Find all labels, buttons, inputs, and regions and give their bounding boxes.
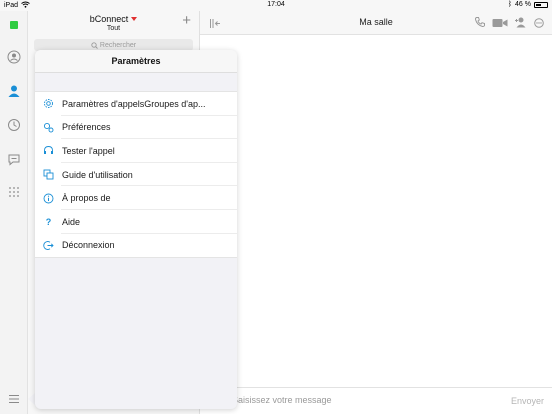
left-rail <box>0 11 28 414</box>
clock: 17:04 <box>267 1 285 8</box>
headset-icon <box>43 145 54 156</box>
menu-item-label: Déconnexion <box>62 240 115 251</box>
dialpad-icon[interactable] <box>4 182 24 202</box>
menu-item-call-settings[interactable]: Paramètres d'appelsGroupes d'ap... <box>35 92 237 116</box>
gear-icon <box>43 98 54 109</box>
message-composer: Envoyer <box>200 387 552 414</box>
status-bar: iPad 17:04 ᛒ 46 % <box>0 0 552 11</box>
battery-icon <box>534 1 548 8</box>
preferences-gear-icon <box>43 122 54 133</box>
menu-item-label: Préférences <box>62 122 111 133</box>
hamburger-menu-icon[interactable] <box>8 391 20 409</box>
plus-icon[interactable]: + <box>182 13 191 28</box>
phone-icon[interactable] <box>474 15 486 33</box>
menu-item-label: À propos de <box>62 193 111 204</box>
question-icon: ? <box>45 216 52 227</box>
more-icon[interactable] <box>534 15 544 33</box>
battery-percent: 46 % <box>515 1 531 8</box>
message-input[interactable] <box>232 395 462 405</box>
info-icon <box>43 193 54 204</box>
menu-item-test-call[interactable]: Tester l'appel <box>35 139 237 163</box>
history-icon[interactable] <box>4 115 24 135</box>
profile-card-icon[interactable] <box>4 47 24 67</box>
settings-menu: Paramètres d'appelsGroupes d'ap... Préfé… <box>35 91 237 259</box>
add-person-icon[interactable] <box>514 15 528 33</box>
popover-arrow <box>28 393 35 405</box>
logout-icon <box>43 240 54 251</box>
send-button[interactable]: Envoyer <box>511 396 544 406</box>
list-filter: Tout <box>106 25 121 32</box>
menu-item-preferences[interactable]: Préférences <box>35 116 237 140</box>
menu-item-user-guide[interactable]: Guide d'utilisation <box>35 163 237 187</box>
chat-header: Ma salle <box>200 11 552 35</box>
menu-item-about[interactable]: À propos de <box>35 186 237 210</box>
search-icon <box>91 41 98 49</box>
popover-title: Paramètres <box>35 50 237 73</box>
chat-icon[interactable] <box>4 149 24 169</box>
menu-item-label: Paramètres d'appelsGroupes d'ap... <box>62 98 206 109</box>
settings-popover: Paramètres Paramètres d'appelsGroupes d'… <box>35 50 237 409</box>
list-title-label: bConnect <box>89 14 129 24</box>
copy-guide-icon <box>43 169 54 180</box>
presence-icon[interactable] <box>4 15 24 35</box>
video-icon[interactable] <box>492 15 508 33</box>
menu-item-label: Guide d'utilisation <box>62 169 133 180</box>
menu-item-help[interactable]: ? Aide <box>35 210 237 234</box>
contacts-icon[interactable] <box>4 81 24 101</box>
dropdown-caret-icon <box>131 17 138 21</box>
menu-item-label: Aide <box>62 216 81 227</box>
search-placeholder: Rechercher <box>99 41 137 49</box>
menu-item-label: Tester l'appel <box>62 145 115 156</box>
list-title[interactable]: bConnect <box>28 14 199 24</box>
bluetooth-icon: ᛒ <box>507 1 513 8</box>
menu-item-logout[interactable]: Déconnexion <box>35 234 237 258</box>
